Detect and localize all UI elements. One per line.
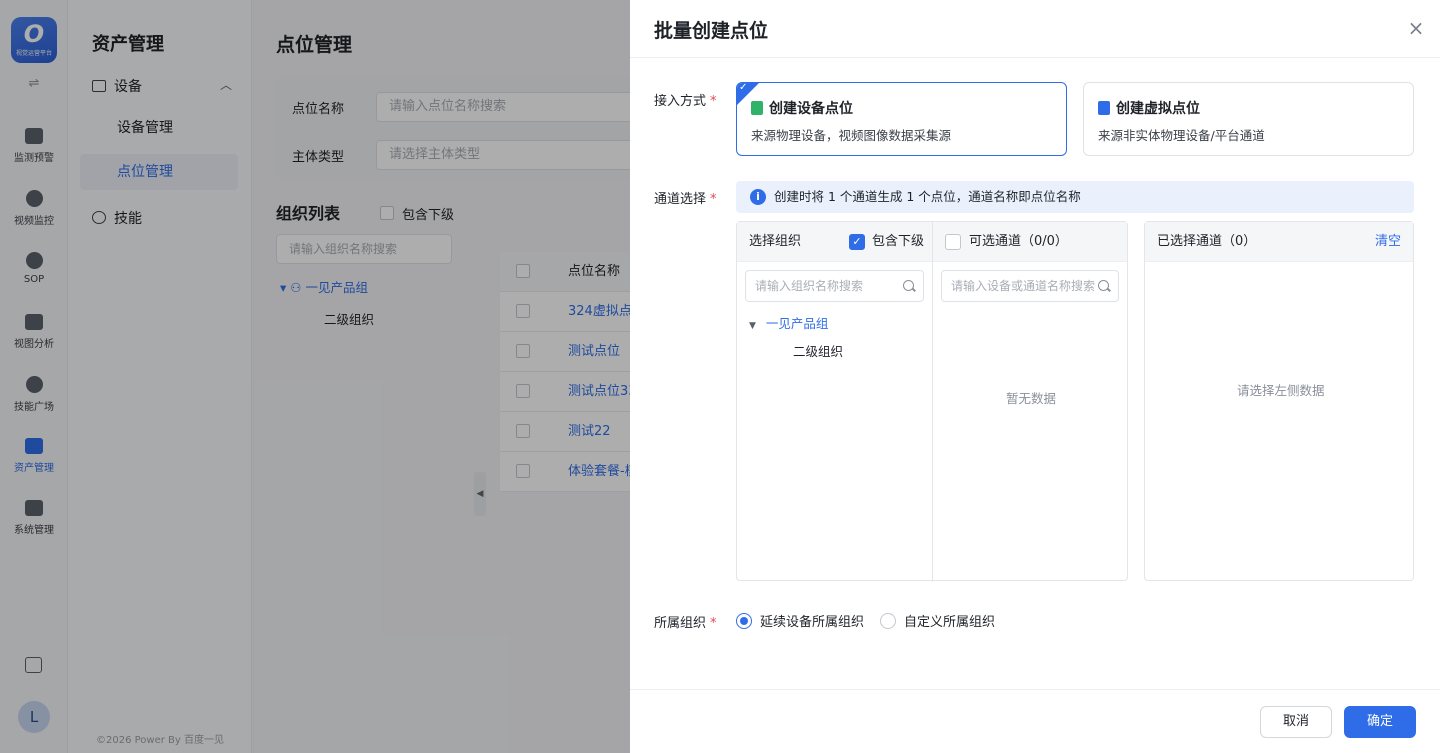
radio-inherit-org[interactable] <box>736 613 752 629</box>
channel-search-input[interactable]: 请输入设备或通道名称搜索 <box>941 270 1119 302</box>
panel-divider <box>932 222 933 582</box>
option-desc: 来源物理设备，视频图像数据采集源 <box>751 128 952 143</box>
caret-down-icon: ▼ <box>749 321 756 331</box>
batch-create-drawer: 批量创建点位 × 接入方式 * ✓ 创建设备点位 来源物理设备，视频图像数据采集源… <box>630 0 1440 753</box>
selected-panel-title: 已选择通道（0） <box>1157 234 1257 249</box>
field-label-text: 所属组织 <box>654 616 707 631</box>
access-label: 接入方式 * <box>654 94 717 109</box>
org-node-label: 一见产品组 <box>765 316 829 331</box>
include-sub-checkbox[interactable]: ✓ <box>849 234 865 250</box>
close-icon[interactable]: × <box>1406 16 1426 40</box>
selected-channels-panel: 已选择通道（0） 清空 请选择左侧数据 <box>1144 221 1414 581</box>
access-option-virtual[interactable]: 创建虚拟点位 来源非实体物理设备/平台通道 <box>1083 82 1414 156</box>
divider <box>630 689 1440 690</box>
search-icon <box>1098 280 1109 291</box>
divider <box>630 57 1440 58</box>
org-panel-title: 选择组织 <box>749 234 802 249</box>
org-tree-node[interactable]: ▼ 一见产品组 <box>749 313 828 332</box>
field-label-text: 接入方式 <box>654 94 707 109</box>
confirm-button[interactable]: 确定 <box>1344 706 1416 738</box>
channel-label: 通道选择 * <box>654 192 717 207</box>
device-point-icon <box>751 101 763 115</box>
virtual-point-icon <box>1098 101 1110 115</box>
available-empty: 暂无数据 <box>1006 391 1057 406</box>
search-placeholder: 请输入设备或通道名称搜索 <box>951 279 1096 293</box>
org-tree-node[interactable]: 二级组织 <box>793 341 843 360</box>
select-all-channels-checkbox[interactable] <box>945 234 961 250</box>
available-panel-title: 可选通道（0/0） <box>969 234 1068 249</box>
access-option-device[interactable]: ✓ 创建设备点位 来源物理设备，视频图像数据采集源 <box>736 82 1067 156</box>
check-icon: ✓ <box>739 82 748 93</box>
search-icon <box>903 280 914 291</box>
option-desc: 来源非实体物理设备/平台通道 <box>1098 128 1265 143</box>
info-text: 创建时将 1 个通道生成 1 个点位，通道名称即点位名称 <box>774 189 1081 204</box>
cancel-button[interactable]: 取消 <box>1260 706 1332 738</box>
info-icon: i <box>750 189 766 205</box>
radio-custom-org-label[interactable]: 自定义所属组织 <box>904 611 995 630</box>
field-label-text: 通道选择 <box>654 192 707 207</box>
option-title: 创建虚拟点位 <box>1116 101 1200 117</box>
radio-inherit-org-label[interactable]: 延续设备所属组织 <box>760 611 864 630</box>
org-belong-label: 所属组织 * <box>654 616 717 631</box>
info-banner: i 创建时将 1 个通道生成 1 个点位，通道名称即点位名称 <box>736 181 1414 213</box>
search-placeholder: 请输入组织名称搜索 <box>755 279 864 293</box>
org-search-input[interactable]: 请输入组织名称搜索 <box>745 270 924 302</box>
radio-custom-org[interactable] <box>880 613 896 629</box>
drawer-title: 批量创建点位 <box>654 20 769 42</box>
selected-empty: 请选择左侧数据 <box>1237 383 1325 398</box>
option-title: 创建设备点位 <box>769 101 853 117</box>
clear-button[interactable]: 清空 <box>1375 222 1401 262</box>
channel-picker: 选择组织 ✓ 包含下级 可选通道（0/0） 请输入组织名称搜索 ▼ 一见产品组 二… <box>736 221 1128 582</box>
include-sub-label: 包含下级 <box>872 234 925 249</box>
